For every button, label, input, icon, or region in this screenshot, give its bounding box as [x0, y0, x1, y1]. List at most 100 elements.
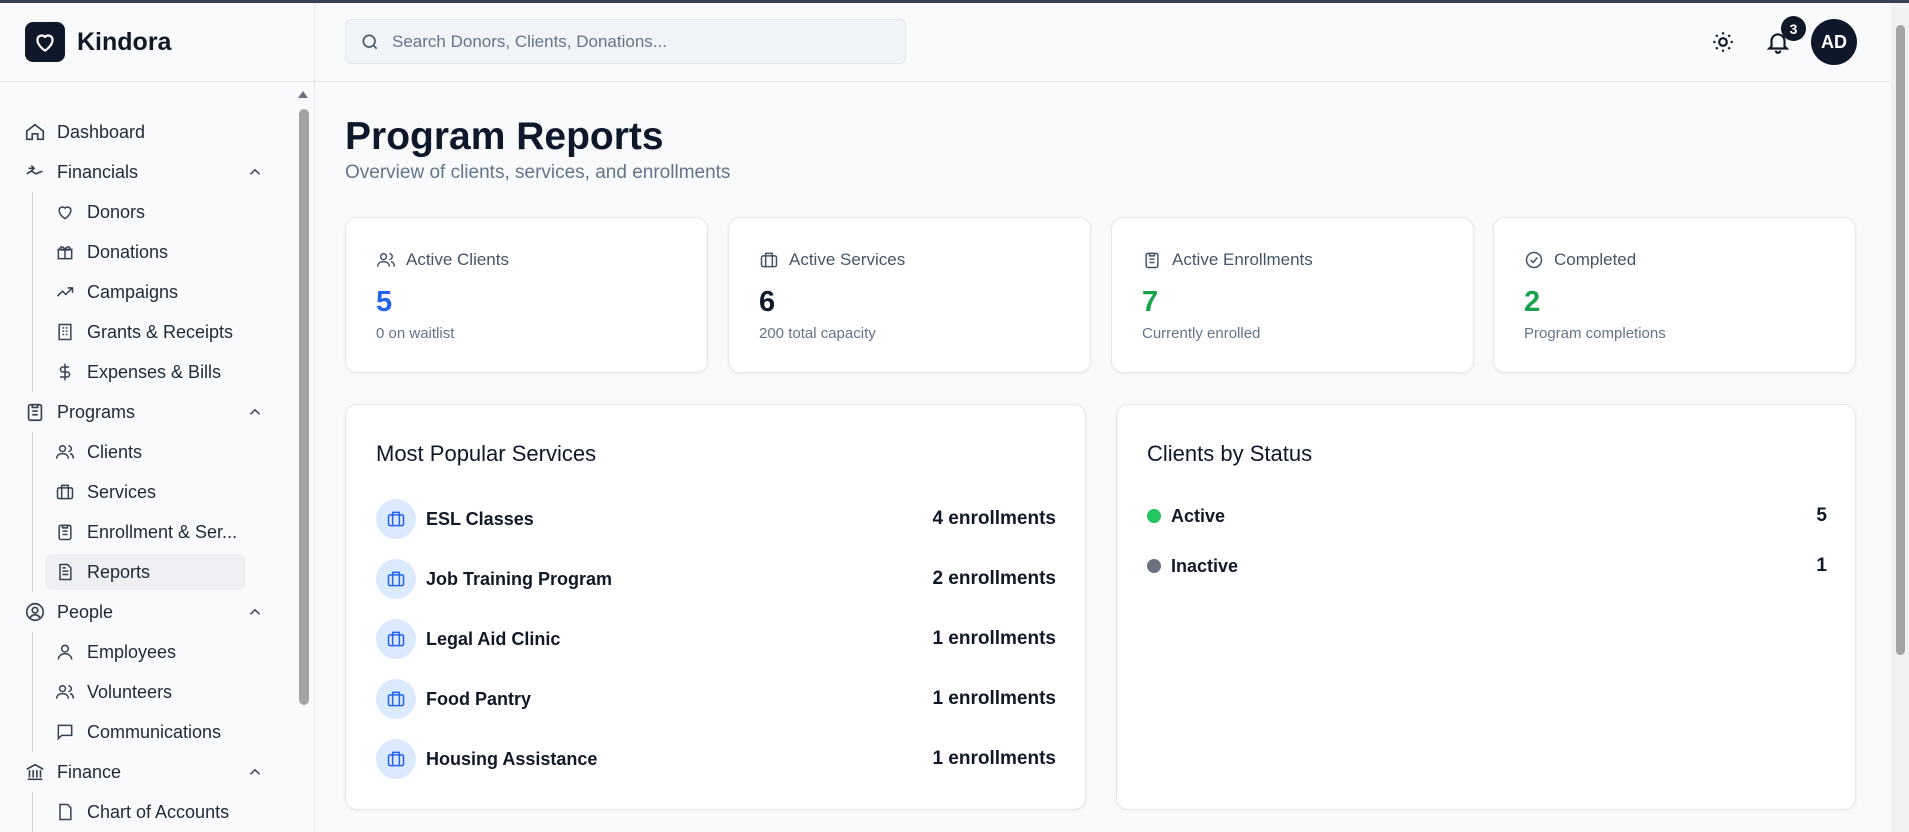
- clipboard-icon: [27, 403, 43, 422]
- users-icon: [376, 253, 396, 267]
- briefcase-icon: [56, 484, 74, 500]
- finance-subnav: Chart of Accounts: [0, 792, 314, 832]
- trending-up-icon: [56, 287, 74, 297]
- dollar-icon: [59, 363, 71, 381]
- sidebar-item-campaigns[interactable]: Campaigns: [0, 272, 314, 312]
- chevron-up-icon[interactable]: [246, 163, 264, 181]
- briefcase-icon: [376, 499, 416, 539]
- status-name: Inactive: [1171, 555, 1239, 576]
- sidebar-nav: Dashboard Financials Donors Donations Ca…: [0, 82, 314, 832]
- service-name: Legal Aid Clinic: [426, 628, 561, 649]
- sidebar-item-expenses[interactable]: Expenses & Bills: [0, 352, 314, 392]
- search-bar[interactable]: [345, 19, 906, 64]
- sidebar-item-services[interactable]: Services: [0, 472, 314, 512]
- message-square-icon: [57, 724, 73, 741]
- page-scroll-thumb[interactable]: [1896, 25, 1905, 655]
- list-item[interactable]: Food Pantry 1 enrollments: [376, 679, 1056, 719]
- list-item[interactable]: Legal Aid Clinic 1 enrollments: [376, 619, 1056, 659]
- briefcase-icon: [376, 739, 416, 779]
- sidebar-item-label: Reports: [87, 561, 151, 582]
- sidebar-group-finance[interactable]: Finance: [0, 752, 314, 792]
- sidebar-item-label: Volunteers: [87, 681, 173, 702]
- sidebar-item-grants[interactable]: Grants & Receipts: [0, 312, 314, 352]
- sidebar-item-label: Programs: [57, 401, 136, 422]
- sidebar-item-employees[interactable]: Employees: [0, 632, 314, 672]
- page-scrollbar[interactable]: [1891, 3, 1909, 832]
- users-icon: [55, 445, 75, 459]
- sidebar-group-financials[interactable]: Financials: [0, 152, 314, 192]
- sidebar-item-reports[interactable]: Reports: [0, 552, 314, 592]
- stat-label: Active Clients: [406, 250, 509, 269]
- briefcase-icon: [760, 252, 778, 268]
- panel-title: Clients by Status: [1147, 441, 1313, 466]
- sidebar-item-label: People: [57, 601, 114, 622]
- briefcase-icon: [376, 679, 416, 719]
- sidebar-group-programs[interactable]: Programs: [0, 392, 314, 432]
- stat-label: Active Services: [789, 250, 906, 269]
- stat-note: 200 total capacity: [759, 325, 876, 342]
- sidebar-item-label: Campaigns: [87, 281, 179, 302]
- sidebar-item-label: Communications: [87, 721, 222, 742]
- sidebar-item-communications[interactable]: Communications: [0, 712, 314, 752]
- check-circle-icon: [1525, 251, 1543, 269]
- hand-coins-icon: [26, 164, 43, 175]
- service-name: ESL Classes: [426, 508, 534, 529]
- stat-value: 5: [376, 286, 393, 318]
- gift-icon: [57, 246, 73, 260]
- search-input[interactable]: [392, 31, 872, 52]
- service-count: 1 enrollments: [932, 748, 1056, 769]
- stat-note: Currently enrolled: [1142, 325, 1261, 342]
- file-icon: [59, 803, 72, 821]
- chevron-up-icon[interactable]: [246, 403, 264, 421]
- heart-icon: [58, 206, 72, 220]
- briefcase-icon: [376, 559, 416, 599]
- service-name: Food Pantry: [426, 688, 532, 709]
- sidebar-group-people[interactable]: People: [0, 592, 314, 632]
- clipboard-list-icon: [1145, 252, 1159, 269]
- service-count: 1 enrollments: [932, 628, 1056, 649]
- stat-value: 6: [759, 286, 776, 318]
- programs-subnav: Clients Services Enrollment & Ser... Rep…: [0, 432, 314, 592]
- service-count: 2 enrollments: [932, 568, 1056, 589]
- sidebar-scroll-thumb[interactable]: [299, 109, 309, 705]
- status-dot: [1147, 559, 1161, 573]
- stat-note: Program completions: [1524, 325, 1666, 342]
- top-header: 3 AD: [316, 3, 1891, 82]
- stat-card-active-clients: Active Clients 5 0 on waitlist: [345, 217, 708, 373]
- sidebar-scrollbar[interactable]: [296, 89, 310, 832]
- sun-icon[interactable]: [1710, 29, 1736, 55]
- sidebar-item-donors[interactable]: Donors: [0, 192, 314, 232]
- search-icon: [362, 34, 378, 49]
- briefcase-icon: [376, 619, 416, 659]
- brand[interactable]: Kindora: [0, 3, 314, 82]
- sidebar-item-dashboard[interactable]: Dashboard: [0, 112, 314, 152]
- list-item[interactable]: Active 5: [1147, 503, 1827, 529]
- sidebar-item-donations[interactable]: Donations: [0, 232, 314, 272]
- status-dot: [1147, 509, 1161, 523]
- sidebar-item-label: Clients: [87, 441, 143, 462]
- sidebar-item-label: Grants & Receipts: [87, 321, 234, 342]
- scroll-up-arrow-icon[interactable]: [298, 91, 308, 98]
- chevron-up-icon[interactable]: [246, 603, 264, 621]
- service-name: Housing Assistance: [426, 748, 598, 769]
- sidebar-item-label: Chart of Accounts: [87, 801, 230, 822]
- sidebar-item-chart-of-accounts[interactable]: Chart of Accounts: [0, 792, 314, 832]
- list-item[interactable]: Job Training Program 2 enrollments: [376, 559, 1056, 599]
- stat-value: 2: [1524, 286, 1541, 318]
- sidebar-item-enrollment[interactable]: Enrollment & Ser...: [0, 512, 314, 552]
- list-item[interactable]: ESL Classes 4 enrollments: [376, 499, 1056, 539]
- avatar[interactable]: AD: [1811, 19, 1857, 65]
- stat-label: Active Enrollments: [1172, 250, 1313, 269]
- home-icon: [25, 123, 45, 141]
- landmark-icon: [26, 763, 44, 781]
- sidebar-item-label: Enrollment & Ser...: [87, 521, 238, 542]
- brand-name: Kindora: [77, 27, 172, 56]
- chevron-up-icon[interactable]: [246, 763, 264, 781]
- list-item[interactable]: Inactive 1: [1147, 553, 1827, 579]
- sidebar-item-clients[interactable]: Clients: [0, 432, 314, 472]
- stat-card-active-services: Active Services 6 200 total capacity: [728, 217, 1091, 373]
- people-subnav: Employees Volunteers Communications: [0, 632, 314, 752]
- sidebar-item-volunteers[interactable]: Volunteers: [0, 672, 314, 712]
- list-item[interactable]: Housing Assistance 1 enrollments: [376, 739, 1056, 779]
- panel-title: Most Popular Services: [376, 441, 597, 466]
